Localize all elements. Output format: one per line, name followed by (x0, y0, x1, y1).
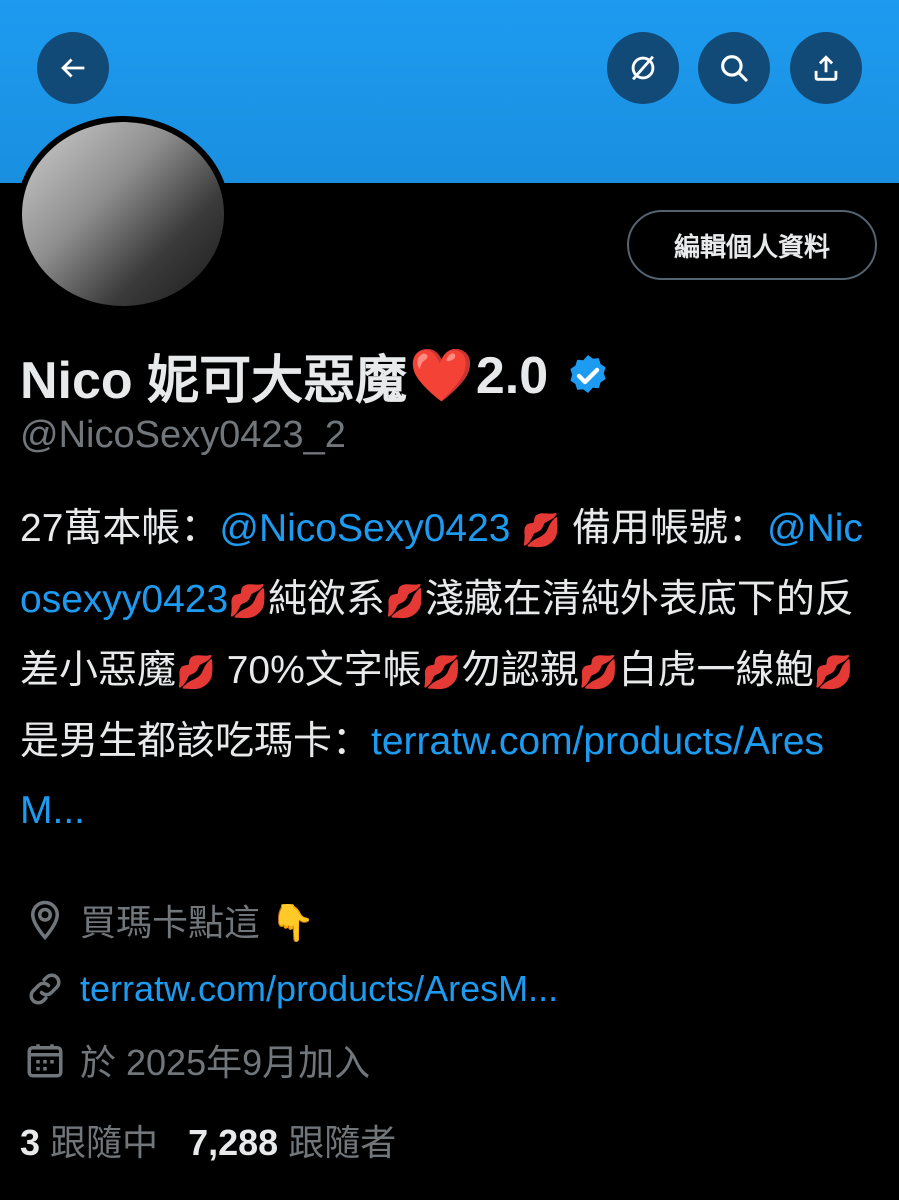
following-label: 跟隨中 (50, 1122, 159, 1163)
location-row: 買瑪卡點這 👇 (24, 894, 315, 946)
user-handle: @NicoSexy0423_2 (20, 414, 346, 456)
display-name-text: Nico 妮可大惡魔 (20, 352, 408, 410)
kiss-emoji: 💋 (176, 654, 216, 690)
joined-row: 於 2025年9月加入 (24, 1034, 370, 1086)
calendar-icon (27, 1044, 63, 1078)
hide-button[interactable] (607, 32, 679, 104)
location-text: 買瑪卡點這 👇 (80, 902, 315, 943)
kiss-emoji: 💋 (578, 654, 619, 690)
following-link[interactable]: 3 跟隨中 (20, 1122, 158, 1163)
kiss-emoji: 💋 (521, 512, 562, 548)
arrow-left-icon (61, 58, 85, 78)
share-button[interactable] (790, 32, 862, 104)
avatar-image (22, 122, 224, 306)
bio-text: 27萬本帳： (20, 507, 220, 550)
share-icon (814, 55, 838, 81)
display-name: Nico 妮可大惡魔 ❤️ 2.0 (20, 338, 612, 413)
followers-link[interactable]: 7,288 跟隨者 (188, 1122, 396, 1163)
display-name-suffix: 2.0 (475, 346, 549, 405)
eye-slash-icon (631, 55, 655, 81)
kiss-emoji: 💋 (228, 583, 268, 619)
followers-label: 跟隨者 (288, 1122, 397, 1163)
follow-stats: 3 跟隨中 7,288 跟隨者 (20, 1114, 396, 1166)
verified-badge-icon[interactable] (564, 352, 612, 400)
kiss-emoji: 💋 (421, 654, 462, 690)
location-pin-icon (30, 900, 60, 941)
followers-count: 7,288 (188, 1122, 279, 1163)
profile-avatar[interactable] (16, 116, 230, 312)
bio-text: 純欲系 (267, 578, 385, 621)
profile-bio: 27萬本帳：@NicoSexy0423 💋 備用帳號：@Nicosexyy042… (20, 494, 880, 845)
search-button[interactable] (698, 32, 770, 104)
kiss-emoji: 💋 (813, 654, 854, 690)
website-row: terratw.com/products/AresM... (24, 968, 558, 1010)
joined-text: 於 2025年9月加入 (80, 1042, 371, 1083)
kiss-emoji: 💋 (385, 583, 425, 619)
heart-emoji: ❤️ (409, 347, 474, 405)
bio-text: 70%文字帳 (215, 649, 422, 692)
following-count: 3 (20, 1122, 41, 1163)
link-icon (29, 973, 61, 1005)
bio-text: 白虎一線鮑 (618, 649, 814, 692)
bio-text: 勿認親 (461, 649, 579, 692)
website-link[interactable]: terratw.com/products/AresM... (80, 968, 558, 1010)
bio-mention-main[interactable]: @NicoSexy0423 (219, 507, 510, 550)
bio-text: 備用帳號： (561, 507, 767, 550)
bio-text: 是男生都該吃瑪卡： (20, 720, 372, 763)
edit-profile-button[interactable]: 編輯個人資料 (627, 210, 877, 280)
back-button[interactable] (37, 32, 109, 104)
search-icon (721, 55, 748, 82)
